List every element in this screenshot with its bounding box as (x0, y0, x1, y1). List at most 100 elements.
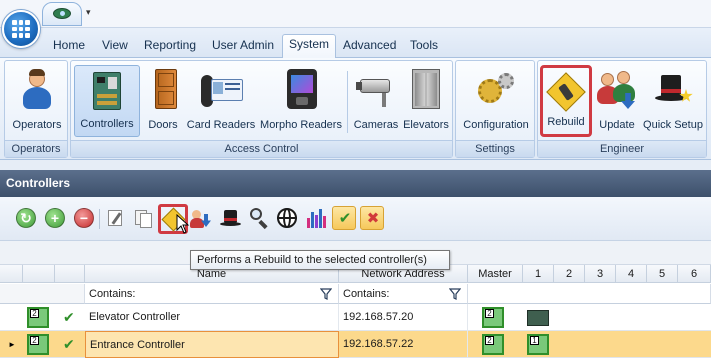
ribbon-group-settings: Configuration Settings (455, 60, 535, 158)
tab-advanced[interactable]: Advanced (337, 36, 402, 58)
copy-button[interactable] (131, 206, 155, 230)
group-label-settings: Settings (456, 140, 534, 157)
port-3-header[interactable]: 3 (585, 265, 616, 283)
tab-reporting[interactable]: Reporting (138, 36, 202, 58)
rebuild-button[interactable]: Rebuild (540, 65, 592, 137)
cancel-button[interactable]: ✖ (360, 206, 384, 230)
group-label-engineer: Engineer (538, 140, 706, 157)
quick-setup-label: Quick Setup (643, 119, 703, 131)
x-icon: ✖ (366, 210, 380, 227)
operators-button[interactable]: Operators (8, 65, 66, 137)
gears-icon (474, 67, 518, 111)
elevators-button[interactable]: Elevators (401, 65, 451, 137)
address-filter-label: Contains: (343, 288, 390, 300)
bar-chart-icon (307, 218, 310, 228)
ribbon-tab-bar: Home View Reporting User Admin System Ad… (0, 28, 711, 59)
title-bar: ▾ (0, 0, 711, 28)
eye-icon (53, 8, 71, 19)
accept-button[interactable]: ✔ (332, 206, 356, 230)
row-indicator-header (0, 265, 23, 283)
panel-title: Controllers (0, 170, 711, 197)
network-address: 192.168.57.22 (339, 331, 468, 358)
application-menu-button[interactable] (2, 10, 40, 48)
operators-label: Operators (12, 119, 62, 131)
doors-label: Doors (148, 119, 178, 131)
port-1-header[interactable]: 1 (523, 265, 554, 283)
rebuild-icon (544, 70, 588, 114)
filter-icon[interactable] (449, 288, 461, 300)
network-button[interactable] (275, 206, 299, 230)
tab-system[interactable]: System (282, 34, 337, 59)
configuration-button[interactable]: Configuration (459, 65, 533, 137)
master-controller-icon: 2 (482, 307, 504, 328)
port-4-header[interactable]: 4 (616, 265, 647, 283)
rebuild-label: Rebuild (547, 116, 585, 128)
morpho-readers-button[interactable]: Morpho Readers (259, 65, 343, 137)
address-filter[interactable]: Contains: (339, 284, 468, 304)
controller-status-icon: 2 (27, 334, 49, 355)
add-button[interactable]: + (43, 206, 67, 230)
filter-row-empty (468, 284, 711, 304)
port-6-header[interactable]: 6 (678, 265, 711, 283)
table-row-selected[interactable]: ► 2 ✔ Entrance Controller 192.168.57.22 … (0, 331, 711, 358)
cameras-button[interactable]: Cameras (351, 65, 401, 137)
controllers-label: Controllers (80, 118, 134, 130)
door-icon (143, 67, 187, 111)
group-label-operators: Operators (5, 140, 67, 157)
port-5-header[interactable]: 5 (647, 265, 678, 283)
doors-button[interactable]: Doors (143, 65, 183, 137)
quick-setup-button[interactable]: Quick Setup (641, 65, 705, 137)
card-readers-label: Card Readers (186, 119, 256, 131)
controller-name[interactable]: Entrance Controller (85, 331, 339, 358)
master-column-header[interactable]: Master (468, 265, 523, 283)
ribbon-group-engineer: Rebuild Update Quick Setup Engineer (537, 60, 707, 158)
tab-view[interactable]: View (96, 36, 134, 58)
toolbar-update-button[interactable] (189, 206, 213, 230)
search-button[interactable] (247, 206, 271, 230)
port-2-header[interactable]: 2 (554, 265, 585, 283)
filter-icon[interactable] (320, 288, 332, 300)
morpho-reader-icon (279, 67, 323, 111)
filter-row-spacer (0, 284, 85, 304)
ribbon-group-access-control: Controllers Doors Card Readers Morpho Re… (70, 60, 453, 158)
camera-icon (354, 67, 398, 111)
delete-button[interactable]: − (72, 206, 96, 230)
port-1-controller-icon: 1 (527, 334, 549, 355)
controller-name: Elevator Controller (85, 304, 339, 331)
card-reader-icon (199, 67, 243, 111)
cameras-label: Cameras (353, 119, 399, 131)
tab-home[interactable]: Home (47, 36, 91, 58)
quick-access-view-button[interactable] (42, 2, 82, 26)
quick-access-dropdown-icon[interactable]: ▾ (86, 7, 91, 18)
checkmark-icon: ✔ (338, 210, 352, 227)
elevators-label: Elevators (403, 119, 449, 131)
elevator-icon (404, 67, 448, 111)
toolbar-quick-setup-button[interactable] (219, 206, 243, 230)
update-users-icon (595, 67, 639, 111)
update-button[interactable]: Update (594, 65, 640, 137)
update-label: Update (599, 119, 635, 131)
ribbon-group-operators: Operators Operators (4, 60, 68, 158)
chart-button[interactable] (304, 206, 328, 230)
name-filter-label: Contains: (89, 288, 136, 300)
network-address: 192.168.57.20 (339, 304, 468, 331)
tab-tools[interactable]: Tools (404, 36, 444, 58)
grid-toolbar: ↻ + − ✔ ✖ (0, 197, 711, 241)
card-readers-button[interactable]: Card Readers (185, 65, 257, 137)
group-label-access-control: Access Control (71, 140, 452, 157)
tab-user-admin[interactable]: User Admin (206, 36, 280, 58)
controller-board-icon (85, 68, 129, 112)
online-header (55, 265, 85, 283)
name-filter[interactable]: Contains: (85, 284, 339, 304)
controller-status-icon: 2 (27, 307, 49, 328)
ribbon-separator (347, 71, 348, 133)
online-check-icon: ✔ (63, 336, 75, 352)
magic-hat-icon (651, 67, 695, 111)
refresh-button[interactable]: ↻ (14, 206, 38, 230)
current-row-indicator-icon: ► (8, 340, 16, 349)
rebuild-tooltip: Performs a Rebuild to the selected contr… (190, 250, 450, 270)
table-row[interactable]: 2 ✔ Elevator Controller 192.168.57.20 2 (0, 304, 711, 331)
port-board-icon (527, 310, 549, 326)
edit-button[interactable] (103, 206, 127, 230)
controllers-button[interactable]: Controllers (74, 65, 140, 137)
